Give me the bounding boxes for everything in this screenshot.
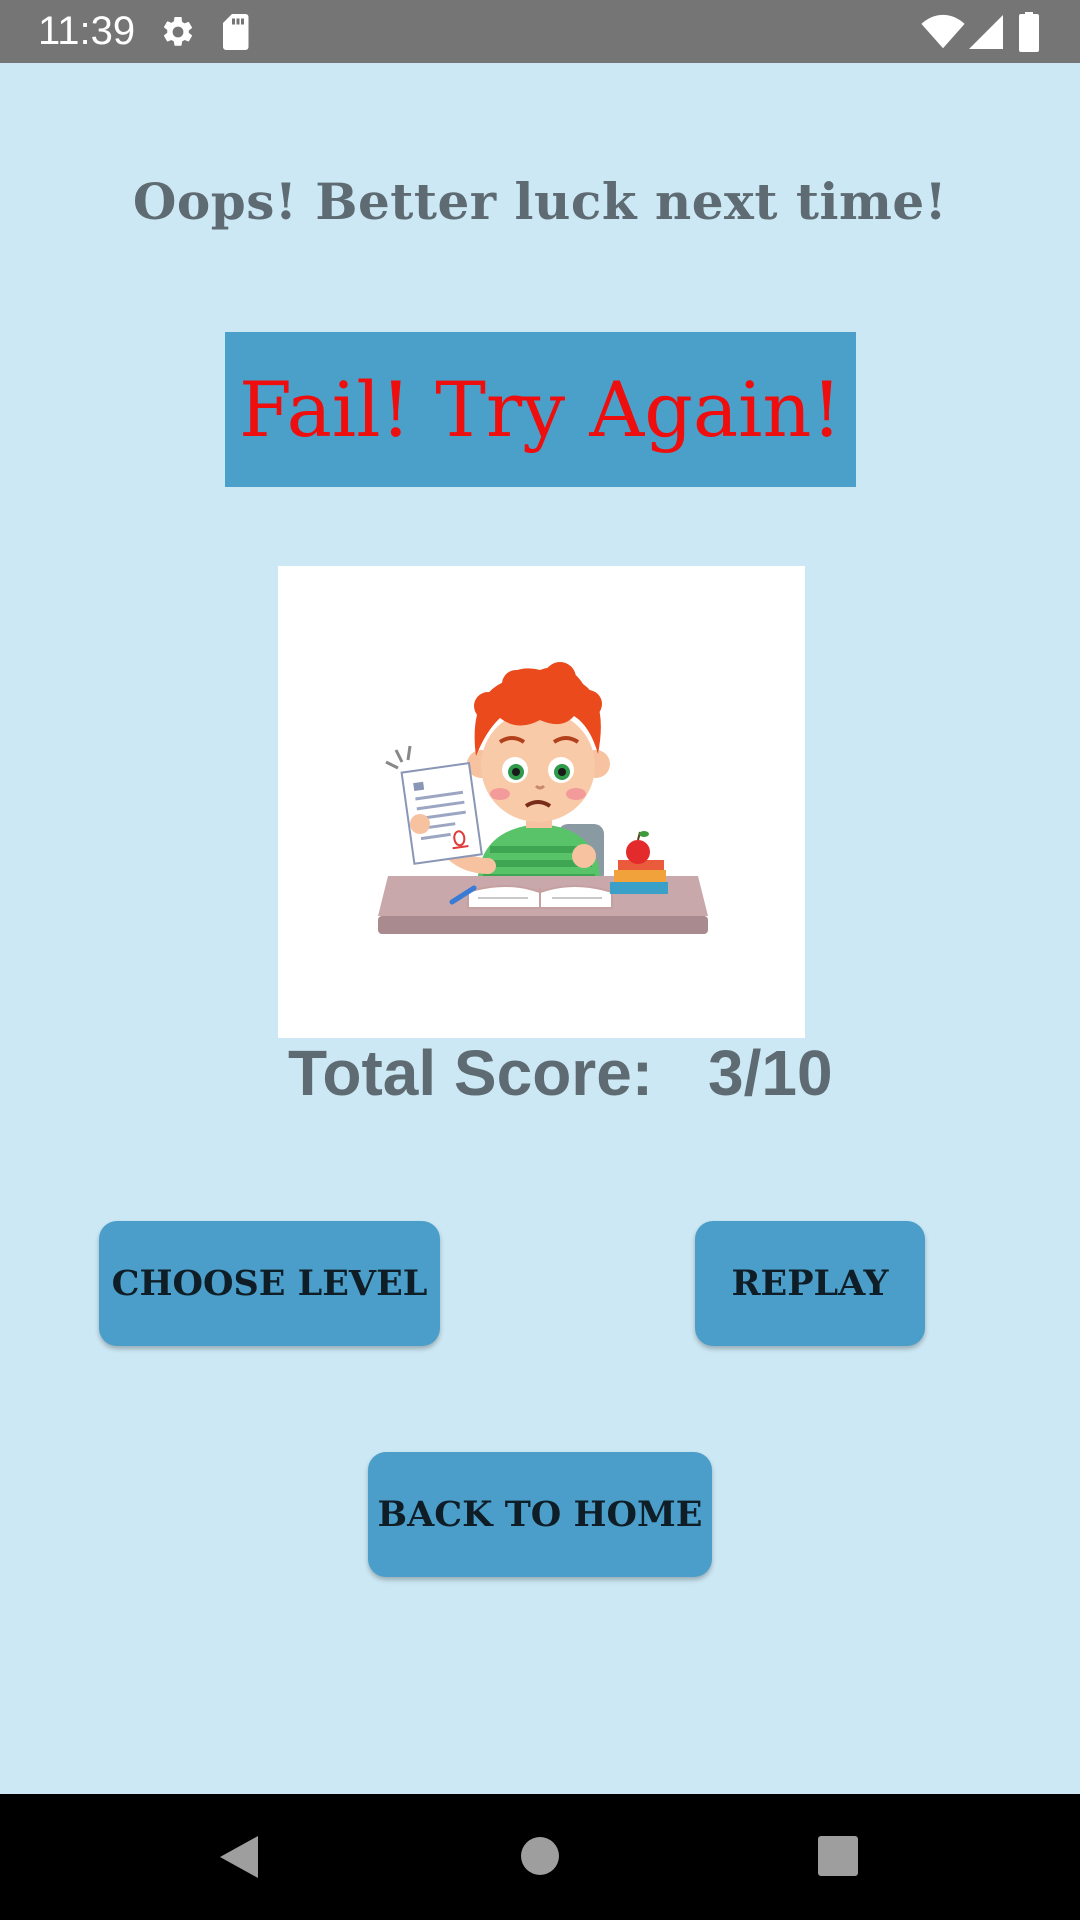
status-time: 11:39	[38, 9, 136, 53]
score-label: Total Score:	[288, 1037, 654, 1109]
game-result-screen: 11:39 Oops! Better luck next time! Fail!…	[0, 0, 1080, 1920]
wifi-icon	[921, 14, 965, 49]
back-icon[interactable]	[218, 1834, 260, 1880]
recents-icon[interactable]	[818, 1836, 858, 1876]
signal-icon	[969, 15, 1003, 49]
result-heading: Oops! Better luck next time!	[132, 172, 948, 231]
sad-student-failed-test-illustration	[378, 662, 708, 934]
status-bar: 11:39	[0, 0, 1080, 63]
navigation-bar	[0, 1794, 1080, 1920]
sad-student-illustration	[278, 566, 805, 1038]
choose-level-button[interactable]: CHOOSE LEVEL	[99, 1221, 440, 1346]
result-banner-text: Fail! Try Again!	[239, 365, 842, 454]
result-banner: Fail! Try Again!	[225, 332, 856, 487]
home-icon[interactable]	[520, 1836, 560, 1876]
gear-icon	[163, 16, 193, 46]
sd-card-icon	[223, 14, 249, 50]
battery-icon	[1019, 12, 1039, 52]
back-to-home-button[interactable]: BACK TO HOME	[368, 1452, 712, 1577]
score-value: 3/10	[708, 1037, 833, 1109]
replay-button[interactable]: REPLAY	[695, 1221, 925, 1346]
